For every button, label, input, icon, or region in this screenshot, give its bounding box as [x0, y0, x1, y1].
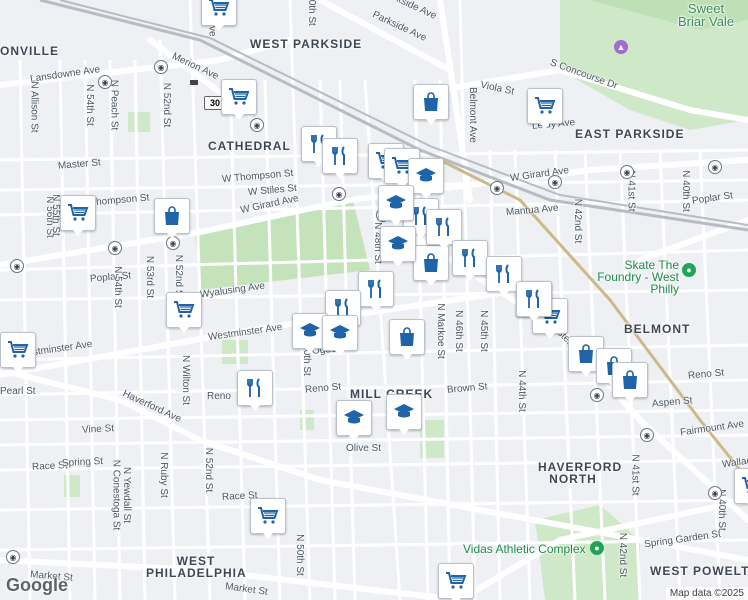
- shopping-bag-marker-icon[interactable]: [389, 319, 425, 360]
- map-attribution[interactable]: Map data ©2025: [665, 587, 748, 600]
- street-label: N 44th St: [515, 370, 527, 412]
- street-label: N 45th St: [477, 310, 489, 352]
- transit-stop-icon[interactable]: ◉: [620, 165, 634, 179]
- shopping-bag-marker-icon[interactable]: [612, 362, 648, 403]
- street-label: Vine St: [81, 423, 115, 436]
- street-label: N 42nd St: [617, 532, 629, 578]
- street-label: Belmont Ave: [466, 87, 478, 143]
- area-label: WEST POWELT: [650, 564, 748, 578]
- street-label: Pearl St: [0, 386, 36, 397]
- area-label: WEST PHILADELPHIA: [146, 554, 247, 580]
- street-label: N 46th St: [452, 310, 464, 352]
- transit-stop-icon[interactable]: ◉: [548, 175, 562, 189]
- transit-stop-icon[interactable]: ◉: [708, 486, 722, 500]
- restaurant-marker-icon[interactable]: [237, 370, 273, 411]
- small-park: [300, 410, 314, 430]
- transit-stop-icon[interactable]: ◉: [640, 428, 654, 442]
- poi-label[interactable]: Vidas Athletic Complex: [463, 543, 586, 555]
- street-label: N 52nd St: [161, 82, 173, 128]
- shopping-cart-marker-icon[interactable]: [221, 79, 257, 120]
- restaurant-marker-icon[interactable]: [358, 271, 394, 312]
- transit-stop-icon[interactable]: ◉: [6, 550, 20, 564]
- area-label: HAVERFORD NORTH: [538, 460, 623, 486]
- transit-stop-icon[interactable]: ◉: [108, 241, 122, 255]
- transit-stop-icon[interactable]: ◉: [98, 75, 112, 89]
- street-label: N 54th St: [111, 266, 123, 308]
- transit-stop-icon[interactable]: ◉: [708, 160, 722, 174]
- street-label: N Ruby St: [157, 452, 169, 498]
- street-label: Reno: [207, 391, 231, 402]
- street-label: N Peach St: [108, 79, 120, 131]
- area-label: ONVILLE: [0, 44, 60, 58]
- shopping-bag-marker-icon[interactable]: [413, 84, 449, 125]
- skate-pin-icon[interactable]: ●: [682, 263, 696, 277]
- street-label: N 40th St: [679, 170, 691, 212]
- street-label: N 53rd St: [144, 255, 156, 299]
- shopping-cart-marker-icon[interactable]: [166, 292, 202, 333]
- shopping-cart-marker-icon[interactable]: [0, 332, 36, 373]
- shopping-cart-marker-icon[interactable]: [527, 88, 563, 129]
- street-label: N 50th St: [305, 0, 317, 26]
- street-label: N Conestoga St: [110, 459, 122, 531]
- street-label: Spring St: [61, 455, 104, 470]
- street-label: N 52nd St: [203, 447, 215, 493]
- transit-stop-icon[interactable]: ◉: [250, 118, 264, 132]
- school-marker-icon[interactable]: [380, 226, 416, 267]
- restaurant-marker-icon[interactable]: [516, 281, 552, 322]
- shopping-cart-marker-icon[interactable]: [201, 0, 237, 31]
- transit-stop-icon[interactable]: ◉: [10, 259, 24, 273]
- transit-stop-icon[interactable]: ◉: [590, 388, 604, 402]
- street-label: N 50th St: [293, 534, 305, 576]
- street-label: N 55th St: [49, 194, 61, 236]
- park-label: Sweet Briar Vale: [677, 1, 735, 29]
- area-label: EAST PARKSIDE: [575, 127, 685, 141]
- street-label: N Wilton St: [180, 354, 192, 406]
- shopping-cart-marker-icon[interactable]: [734, 468, 748, 509]
- google-logo: Google: [6, 575, 68, 595]
- shopping-cart-marker-icon[interactable]: [60, 195, 96, 236]
- transit-stop-icon[interactable]: ◉: [332, 187, 346, 201]
- street-label: N 42nd St: [572, 198, 584, 244]
- school-marker-icon[interactable]: [322, 315, 358, 356]
- poi-label[interactable]: Skate The Foundry - West Philly: [587, 259, 679, 295]
- shopping-cart-marker-icon[interactable]: [250, 498, 286, 539]
- area-label: WEST PARKSIDE: [250, 37, 363, 51]
- small-park: [128, 112, 150, 132]
- vidas-pin-icon[interactable]: ●: [590, 541, 604, 555]
- transit-stop-icon[interactable]: ◉: [154, 60, 168, 74]
- restaurant-marker-icon[interactable]: [322, 138, 358, 179]
- school-marker-icon[interactable]: [378, 185, 414, 226]
- landmark-pin-icon[interactable]: ▲: [614, 40, 628, 54]
- restaurant-marker-icon[interactable]: [452, 240, 488, 281]
- map-canvas[interactable]: WEST PARKSIDE CATHEDRAL EAST PARKSIDE BE…: [0, 0, 748, 600]
- school-marker-icon[interactable]: [386, 394, 422, 435]
- shopping-cart-marker-icon[interactable]: [438, 563, 474, 600]
- shopping-bag-marker-icon[interactable]: [154, 198, 190, 239]
- street-label: Olive St: [346, 443, 382, 454]
- shield-base: [190, 80, 198, 85]
- area-label: CATHEDRAL: [208, 139, 291, 153]
- street-label: N 41st St: [629, 454, 641, 496]
- school-marker-icon[interactable]: [336, 400, 372, 441]
- area-label: BELMONT: [624, 322, 691, 336]
- street-label: N 54th St: [83, 84, 95, 126]
- small-park: [222, 340, 248, 364]
- shopping-bag-marker-icon[interactable]: [413, 245, 449, 286]
- street-label: N Yewdall St: [121, 466, 133, 524]
- transit-stop-icon[interactable]: ◉: [490, 181, 504, 195]
- street-label: N Allison St: [28, 81, 40, 133]
- street-label: N Markoe St: [434, 303, 446, 359]
